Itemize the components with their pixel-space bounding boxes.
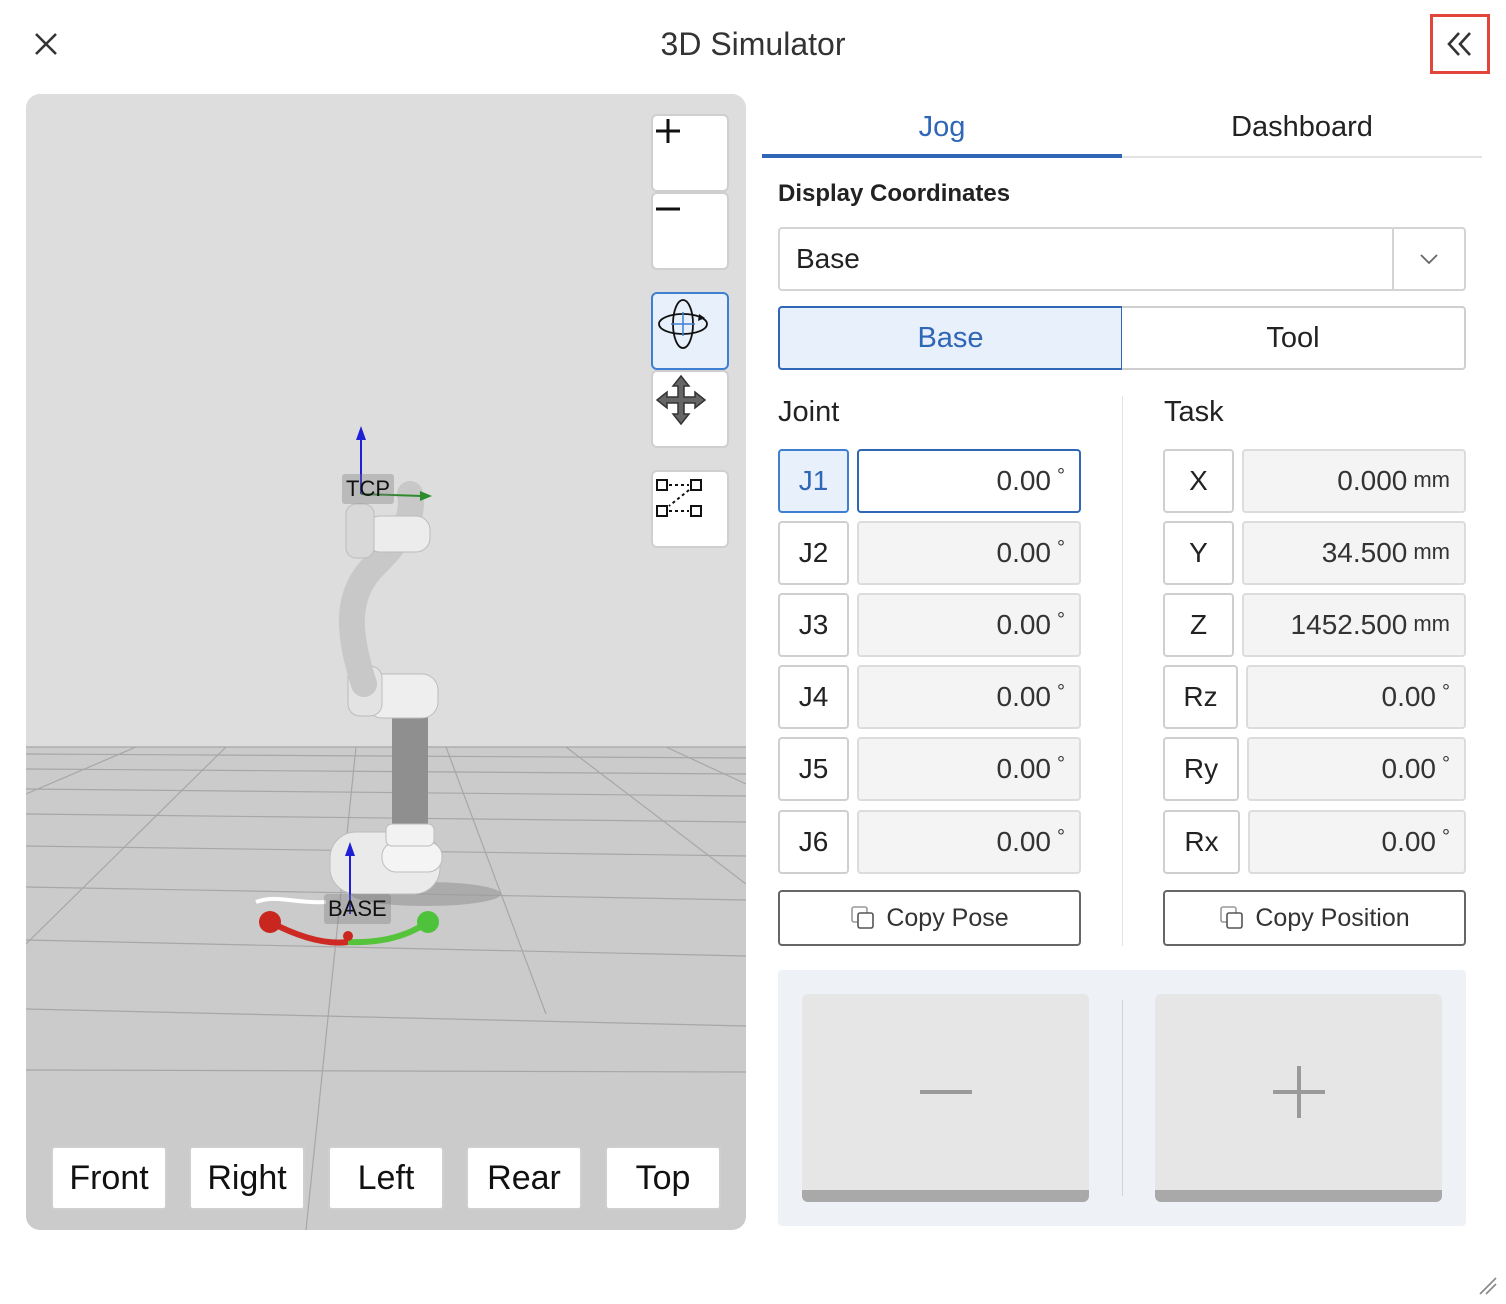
degree-unit: ° bbox=[1057, 609, 1065, 631]
mm-unit: mm bbox=[1413, 467, 1450, 492]
zoom-in-icon bbox=[656, 119, 680, 143]
copy-pose-button[interactable]: Copy Pose bbox=[778, 890, 1081, 946]
copy-icon bbox=[851, 906, 875, 929]
joint-button-j3[interactable]: J3 bbox=[778, 593, 849, 657]
joint-value-j3[interactable]: 0.00 ° bbox=[857, 593, 1081, 657]
window-title: 3D Simulator bbox=[660, 26, 846, 62]
joint-button-j4[interactable]: J4 bbox=[778, 665, 849, 729]
display-coordinates-label: Display Coordinates bbox=[778, 180, 1011, 207]
minus-icon bbox=[919, 1090, 972, 1094]
joint-button-j6[interactable]: J6 bbox=[778, 810, 849, 874]
frame-toggle-base[interactable]: Base bbox=[778, 306, 1123, 370]
degree-unit: ° bbox=[1057, 537, 1065, 559]
degree-unit: ° bbox=[1442, 681, 1450, 703]
joint-value-j5[interactable]: 0.00 ° bbox=[857, 737, 1081, 801]
task-button-ry[interactable]: Ry bbox=[1163, 737, 1239, 801]
fit-view-button[interactable] bbox=[651, 470, 729, 548]
copy-position-label: Copy Position bbox=[1255, 903, 1410, 932]
joint-value-text: 0.00 bbox=[996, 609, 1052, 640]
3d-scene[interactable] bbox=[26, 94, 746, 1230]
base-label: BASE bbox=[324, 894, 391, 924]
zoom-out-button[interactable] bbox=[651, 192, 729, 270]
copy-icon bbox=[1220, 906, 1244, 929]
jog-minus-button[interactable] bbox=[802, 994, 1089, 1202]
view-top-button[interactable]: Top bbox=[605, 1146, 721, 1210]
tcp-label: TCP bbox=[342, 474, 394, 504]
joint-value-text: 0.00 bbox=[996, 826, 1052, 857]
pan-move-button[interactable] bbox=[651, 370, 729, 448]
resize-grip-icon[interactable] bbox=[1474, 1272, 1498, 1296]
column-divider bbox=[1122, 396, 1123, 946]
orbit-rotate-icon bbox=[658, 299, 708, 349]
task-button-x[interactable]: X bbox=[1163, 449, 1234, 513]
task-value-text: 1452.500 bbox=[1290, 609, 1408, 640]
mm-unit: mm bbox=[1413, 539, 1450, 564]
task-button-rx[interactable]: Rx bbox=[1163, 810, 1240, 874]
view-left-button[interactable]: Left bbox=[328, 1146, 444, 1210]
task-value-rx[interactable]: 0.00 ° bbox=[1248, 810, 1466, 874]
degree-unit: ° bbox=[1057, 753, 1065, 775]
joint-button-j5[interactable]: J5 bbox=[778, 737, 849, 801]
fit-view-icon bbox=[656, 479, 702, 517]
joint-value-j2[interactable]: 0.00 ° bbox=[857, 521, 1081, 585]
task-value-text: 34.500 bbox=[1321, 537, 1408, 568]
task-value-ry[interactable]: 0.00 ° bbox=[1247, 737, 1466, 801]
task-value-text: 0.000 bbox=[1337, 465, 1408, 496]
copy-pose-label: Copy Pose bbox=[886, 903, 1009, 932]
view-right-button[interactable]: Right bbox=[189, 1146, 305, 1210]
chevron-down-icon bbox=[1392, 229, 1464, 289]
zoom-in-button[interactable] bbox=[651, 114, 729, 192]
task-value-rz[interactable]: 0.00 ° bbox=[1246, 665, 1466, 729]
joint-heading: Joint bbox=[778, 396, 840, 428]
task-button-z[interactable]: Z bbox=[1163, 593, 1234, 657]
plus-icon bbox=[1272, 1066, 1325, 1118]
view-rear-button[interactable]: Rear bbox=[466, 1146, 582, 1210]
pan-move-icon bbox=[655, 374, 707, 426]
collapse-panel-button[interactable] bbox=[1430, 14, 1490, 74]
task-value-x[interactable]: 0.000 mm bbox=[1242, 449, 1466, 513]
display-coordinates-select[interactable]: Base bbox=[778, 227, 1466, 291]
task-value-y[interactable]: 34.500 mm bbox=[1242, 521, 1466, 585]
joint-button-j1[interactable]: J1 bbox=[778, 449, 849, 513]
task-value-text: 0.00 bbox=[1381, 681, 1437, 712]
frame-toggle-tool[interactable]: Tool bbox=[1122, 306, 1466, 370]
tab-jog[interactable]: Jog bbox=[762, 96, 1122, 158]
orbit-rotate-button[interactable] bbox=[651, 292, 729, 370]
jog-plus-button[interactable] bbox=[1155, 994, 1442, 1202]
mm-unit: mm bbox=[1413, 611, 1450, 636]
jog-divider bbox=[1122, 1000, 1123, 1196]
joint-value-j6[interactable]: 0.00 ° bbox=[857, 810, 1081, 874]
degree-unit: ° bbox=[1057, 465, 1065, 487]
joint-value-j4[interactable]: 0.00 ° bbox=[857, 665, 1081, 729]
joint-value-text: 0.00 bbox=[996, 753, 1052, 784]
display-coordinates-value: Base bbox=[796, 243, 860, 274]
task-heading: Task bbox=[1164, 396, 1224, 428]
degree-unit: ° bbox=[1442, 753, 1450, 775]
task-value-text: 0.00 bbox=[1381, 753, 1437, 784]
double-chevron-left-icon bbox=[1447, 32, 1471, 56]
task-button-rz[interactable]: Rz bbox=[1163, 665, 1238, 729]
tab-dashboard[interactable]: Dashboard bbox=[1122, 96, 1482, 158]
jog-pad bbox=[778, 970, 1466, 1226]
task-value-text: 0.00 bbox=[1381, 826, 1437, 857]
degree-unit: ° bbox=[1057, 681, 1065, 703]
3d-viewport[interactable]: TCP BASE Front Right Left Rear Top bbox=[26, 94, 746, 1230]
joint-value-text: 0.00 bbox=[996, 465, 1052, 496]
task-value-z[interactable]: 1452.500 mm bbox=[1242, 593, 1466, 657]
zoom-out-icon bbox=[656, 207, 680, 211]
joint-value-text: 0.00 bbox=[996, 537, 1052, 568]
joint-value-j1[interactable]: 0.00 ° bbox=[857, 449, 1081, 513]
view-front-button[interactable]: Front bbox=[51, 1146, 167, 1210]
degree-unit: ° bbox=[1057, 826, 1065, 848]
task-button-y[interactable]: Y bbox=[1163, 521, 1234, 585]
joint-value-text: 0.00 bbox=[996, 681, 1052, 712]
joint-button-j2[interactable]: J2 bbox=[778, 521, 849, 585]
copy-position-button[interactable]: Copy Position bbox=[1163, 890, 1466, 946]
degree-unit: ° bbox=[1442, 826, 1450, 848]
